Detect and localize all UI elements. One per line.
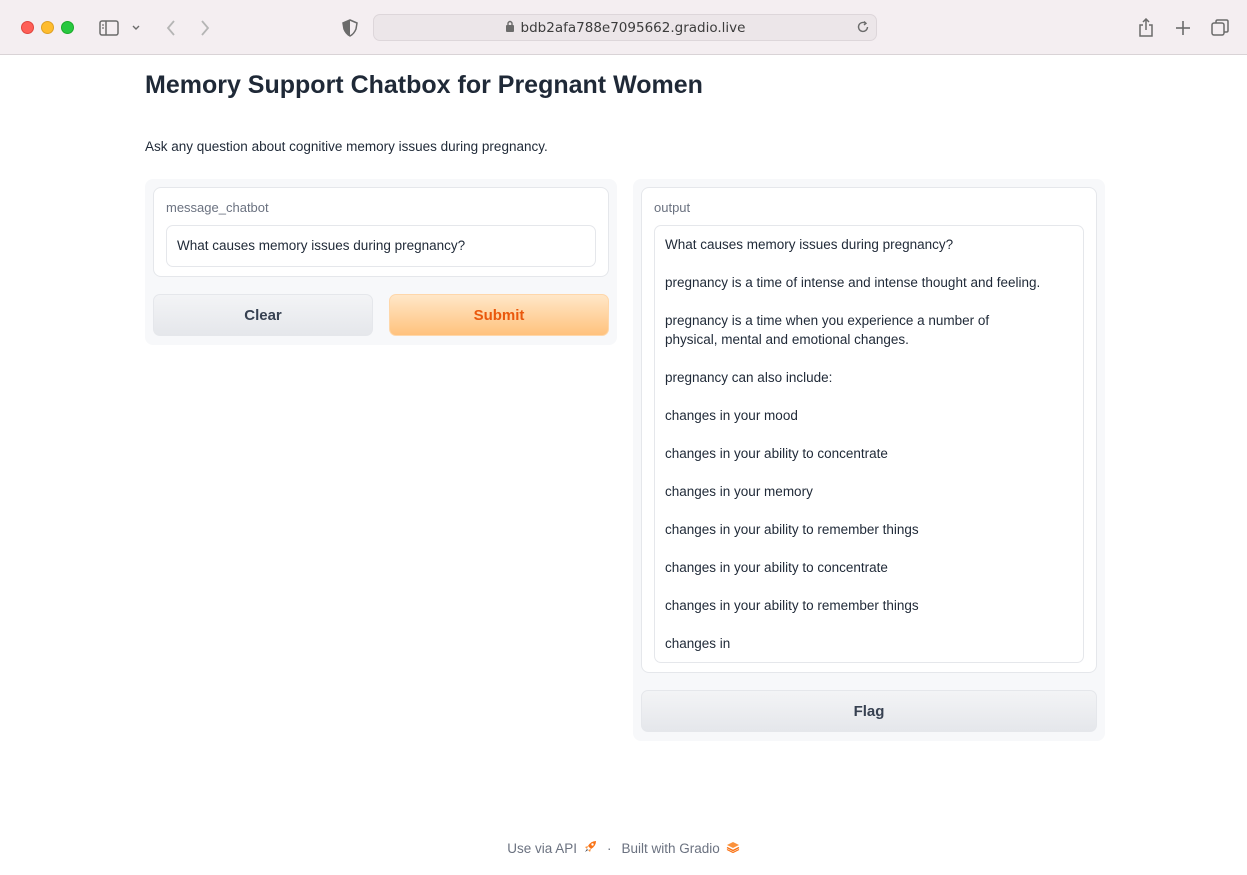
message-input-label: message_chatbot [166, 200, 269, 215]
browser-toolbar: bdb2afa788e7095662.gradio.live [0, 0, 1247, 55]
close-window-button[interactable] [21, 21, 34, 34]
maximize-window-button[interactable] [61, 21, 74, 34]
built-with-gradio-link[interactable]: Built with Gradio [621, 841, 719, 856]
submit-button[interactable]: Submit [389, 294, 609, 336]
output-line: changes in your memory [665, 484, 813, 499]
page-title: Memory Support Chatbox for Pregnant Wome… [145, 71, 703, 99]
forward-arrow-icon[interactable] [196, 16, 214, 40]
output-line: pregnancy can also include: [665, 370, 833, 385]
share-icon[interactable] [1137, 16, 1155, 40]
use-via-api-link[interactable]: Use via API [507, 841, 577, 856]
address-bar[interactable]: bdb2afa788e7095662.gradio.live [373, 14, 877, 41]
output-line: changes in your ability to concentrate [665, 560, 888, 575]
flag-button[interactable]: Flag [641, 690, 1097, 732]
output-line: pregnancy is a time of intense and inten… [665, 275, 1041, 290]
new-tab-icon[interactable] [1174, 16, 1192, 40]
reload-icon[interactable] [856, 20, 870, 39]
output-line: changes in your ability to concentrate [665, 446, 888, 461]
output-line: changes in your ability to remember thin… [665, 522, 919, 537]
output-line: changes in your ability to remember thin… [665, 598, 919, 613]
output-textbox[interactable]: What causes memory issues during pregnan… [654, 225, 1084, 663]
output-block: output What causes memory issues during … [641, 187, 1097, 673]
message-input-block: message_chatbot What causes memory issue… [153, 187, 609, 277]
clear-button[interactable]: Clear [153, 294, 373, 336]
footer-separator: · [606, 840, 612, 856]
gradio-logo-icon [726, 841, 740, 856]
page-description: Ask any question about cognitive memory … [145, 139, 548, 154]
output-line: changes in your mood [665, 408, 798, 423]
back-arrow-icon[interactable] [162, 16, 180, 40]
output-panel: output What causes memory issues during … [633, 179, 1105, 741]
tab-overview-icon[interactable] [1210, 16, 1230, 40]
chevron-down-icon[interactable] [130, 16, 142, 40]
output-line: What causes memory issues during pregnan… [665, 237, 954, 252]
message-input[interactable]: What causes memory issues during pregnan… [166, 225, 596, 267]
output-line: pregnancy is a time when you experience … [665, 313, 990, 347]
input-panel: message_chatbot What causes memory issue… [145, 179, 617, 345]
output-line: changes in [665, 636, 731, 651]
output-label: output [654, 200, 691, 215]
minimize-window-button[interactable] [41, 21, 54, 34]
url-text: bdb2afa788e7095662.gradio.live [520, 19, 746, 36]
lock-icon [505, 19, 515, 37]
shield-icon[interactable] [341, 16, 359, 40]
sidebar-toggle-icon[interactable] [98, 16, 120, 40]
footer: Use via API · Built with Gradio [0, 840, 1247, 856]
rocket-icon [584, 840, 597, 856]
